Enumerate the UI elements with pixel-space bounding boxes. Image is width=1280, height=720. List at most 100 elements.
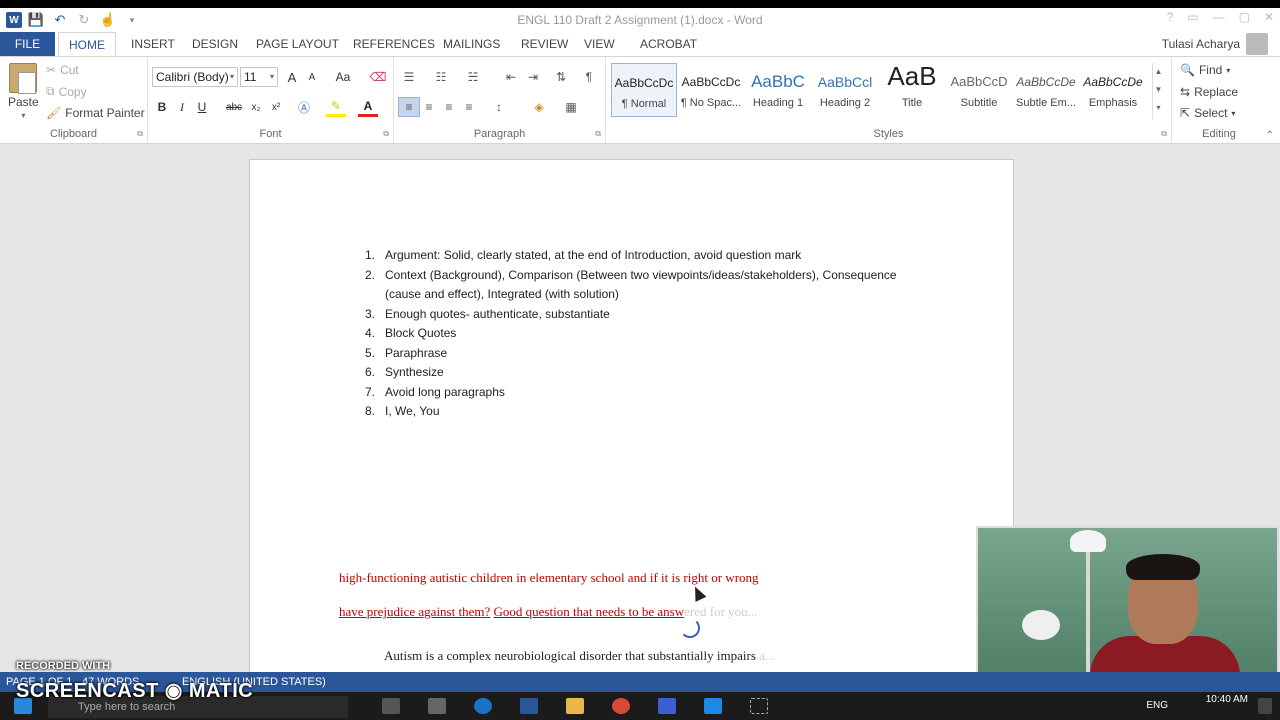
shading-icon[interactable]: ◈ (528, 97, 550, 117)
clock[interactable]: 10:40 AM (1206, 694, 1248, 705)
italic-button[interactable]: I (172, 97, 192, 117)
task-view-icon[interactable] (382, 698, 400, 714)
tab-insert[interactable]: INSERT (121, 32, 185, 56)
chevron-down-icon[interactable]: ▼ (1153, 81, 1164, 99)
borders-icon[interactable]: ▦ (560, 97, 582, 117)
window-controls: ? ▭ — ▢ ✕ (1167, 10, 1274, 24)
highlight-icon[interactable]: ✎ (326, 97, 346, 117)
tab-design[interactable]: DESIGN (182, 32, 248, 56)
skype-icon[interactable] (704, 698, 722, 714)
align-left-icon[interactable]: ≡ (398, 97, 420, 117)
tab-view[interactable]: VIEW (574, 32, 625, 56)
font-name-combo[interactable]: Calibri (Body) ▾ (152, 67, 238, 87)
user-name[interactable]: Tulasi Acharya (1162, 37, 1240, 51)
more-styles-icon[interactable]: ▾ (1153, 99, 1164, 117)
change-case-button[interactable]: Aa (330, 67, 356, 87)
chevron-down-icon: ▾ (269, 72, 274, 81)
decrease-indent-icon[interactable]: ⇤ (500, 67, 522, 87)
file-explorer-icon[interactable] (566, 698, 584, 714)
strikethrough-button[interactable]: abc (224, 97, 244, 117)
chrome-icon[interactable] (612, 698, 630, 714)
clear-formatting-icon[interactable]: ⌫ (368, 67, 388, 87)
align-right-icon[interactable]: ≡ (438, 97, 460, 117)
line-spacing-icon[interactable]: ↕ (488, 97, 510, 117)
zoom-icon[interactable] (658, 698, 676, 714)
red-text-line-2: have prejudice against them? Good questi… (339, 604, 758, 619)
maximize-icon[interactable]: ▢ (1239, 10, 1250, 24)
increase-indent-icon[interactable]: ⇥ (522, 67, 544, 87)
word-taskbar-icon[interactable] (520, 698, 538, 714)
shrink-font-button[interactable]: A (302, 67, 322, 87)
snipping-icon[interactable] (750, 698, 768, 714)
store-icon[interactable] (428, 698, 446, 714)
dialog-launcher-icon[interactable]: ⧉ (1161, 129, 1167, 139)
tab-file[interactable]: FILE (0, 32, 55, 56)
help-icon[interactable]: ? (1167, 10, 1174, 24)
style-no-spacing[interactable]: AaBbCcDc ¶ No Spac... (678, 63, 744, 117)
lamp-shade-lower (1022, 610, 1060, 640)
paste-icon (9, 63, 38, 94)
bold-button[interactable]: B (152, 97, 172, 117)
font-color-icon[interactable]: A (358, 97, 378, 117)
collapse-ribbon-icon[interactable]: ⌃ (1266, 130, 1274, 141)
list-item: 4. Block Quotes (364, 326, 457, 340)
styles-scroll[interactable]: ▲ ▼ ▾ (1152, 63, 1164, 119)
subscript-button[interactable]: x₂ (246, 97, 266, 117)
tab-references[interactable]: REFERENCES (343, 32, 445, 56)
paste-button[interactable]: Paste ▾ (8, 63, 39, 120)
find-button[interactable]: 🔍 Find ▾ (1180, 63, 1230, 77)
dialog-launcher-icon[interactable]: ⧉ (383, 129, 389, 139)
show-formatting-icon[interactable]: ¶ (578, 67, 600, 87)
list-item: 7. Avoid long paragraphs (364, 384, 505, 399)
tab-mailings[interactable]: MAILINGS (433, 32, 510, 56)
avatar[interactable] (1246, 33, 1268, 55)
sort-icon[interactable]: ⇅ (550, 67, 572, 87)
list-item: 8. I, We, You (364, 404, 440, 418)
tab-home[interactable]: HOME (58, 32, 116, 56)
lamp-shade (1070, 530, 1106, 552)
superscript-button[interactable]: x² (266, 97, 286, 117)
format-painter-button[interactable]: 🖌 Format Painter (46, 106, 145, 120)
style-title[interactable]: AaB Title (879, 63, 945, 117)
style-heading-2[interactable]: AaBbCcl Heading 2 (812, 63, 878, 117)
document-page[interactable]: 1. Argument: Solid, clearly stated, at th… (249, 159, 1014, 679)
input-language[interactable]: ENG (1146, 700, 1168, 711)
list-item: 2. Context (Background), Comparison (Betw… (364, 267, 897, 302)
chevron-down-icon: ▾ (229, 72, 234, 81)
multilevel-list-icon[interactable]: ☵ (462, 67, 484, 87)
select-button[interactable]: ⇱ Select ▾ (1180, 106, 1235, 120)
style-subtle-emphasis[interactable]: AaBbCcDe Subtle Em... (1013, 63, 1079, 117)
grow-font-button[interactable]: A (282, 67, 302, 87)
copy-button[interactable]: ⧉ Copy (46, 84, 87, 99)
style-normal[interactable]: AaBbCcDc ¶ Normal (611, 63, 677, 117)
dialog-launcher-icon[interactable]: ⧉ (595, 129, 601, 139)
presenter-hair (1126, 554, 1200, 580)
text-effects-icon[interactable]: Ⓐ (294, 97, 314, 117)
notification-icon[interactable] (1258, 698, 1272, 714)
tab-review[interactable]: REVIEW (511, 32, 578, 56)
replace-button[interactable]: ⇆ Replace (1180, 85, 1238, 99)
clipboard-group: Paste ▾ ✂ Cut ⧉ Copy 🖌 Format Painter Cl… (0, 57, 148, 143)
group-label-clipboard: Clipboard (49, 128, 98, 140)
close-icon[interactable]: ✕ (1264, 10, 1274, 24)
list-item: 1. Argument: Solid, clearly stated, at th… (364, 248, 802, 262)
edge-icon[interactable] (474, 698, 492, 714)
underline-button[interactable]: U (192, 97, 212, 117)
font-size-combo[interactable]: 11 ▾ (240, 67, 278, 87)
numbering-icon[interactable]: ☷ (430, 67, 452, 87)
ribbon-display-icon[interactable]: ▭ (1187, 10, 1198, 24)
group-label-styles: Styles (873, 128, 904, 140)
align-center-icon[interactable]: ≡ (418, 97, 440, 117)
tab-acrobat[interactable]: ACROBAT (630, 32, 707, 56)
bullets-icon[interactable]: ☰ (398, 67, 420, 87)
style-heading-1[interactable]: AaBbC Heading 1 (745, 63, 811, 117)
chevron-up-icon[interactable]: ▲ (1153, 63, 1164, 81)
style-subtitle[interactable]: AaBbCcD Subtitle (946, 63, 1012, 117)
dialog-launcher-icon[interactable]: ⧉ (137, 129, 143, 139)
justify-icon[interactable]: ≡ (458, 97, 480, 117)
tab-page-layout[interactable]: PAGE LAYOUT (246, 32, 349, 56)
cut-button[interactable]: ✂ Cut (46, 63, 79, 77)
minimize-icon[interactable]: — (1213, 10, 1225, 24)
list-item: 6. Synthesize (364, 365, 444, 379)
style-emphasis[interactable]: AaBbCcDe Emphasis (1080, 63, 1146, 117)
